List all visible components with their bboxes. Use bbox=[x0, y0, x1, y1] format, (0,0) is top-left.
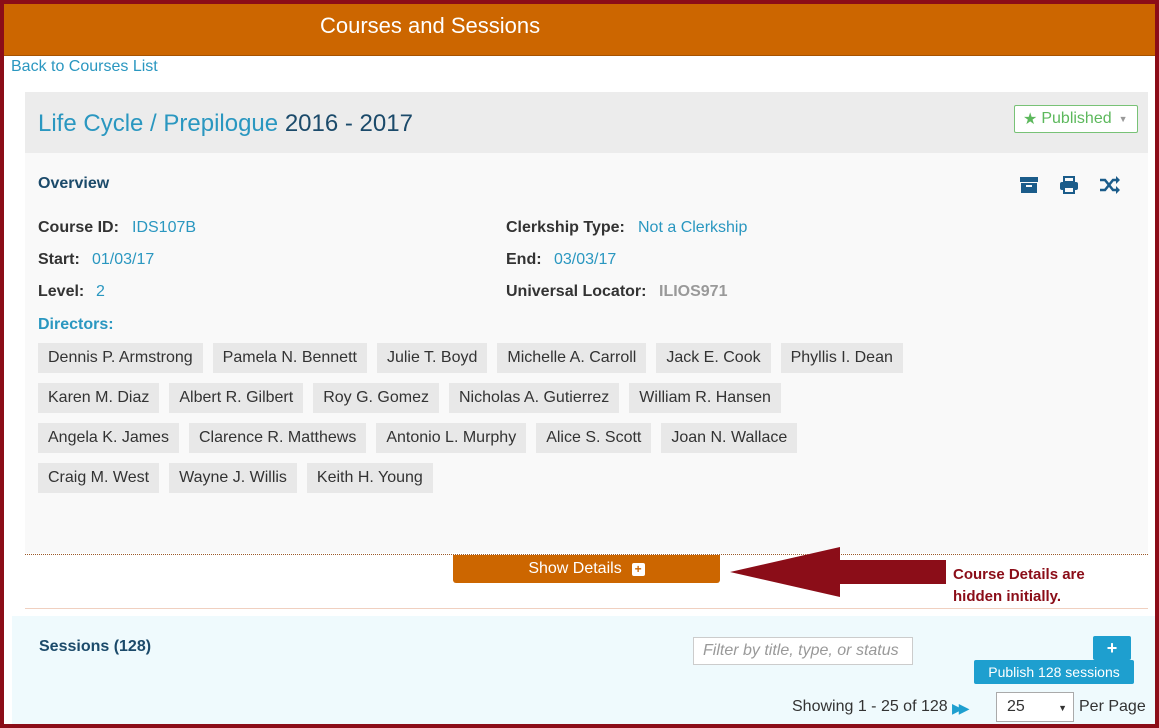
start-label: Start: bbox=[38, 251, 80, 268]
header-title: Courses and Sessions bbox=[320, 13, 541, 38]
director-chip: Julie T. Boyd bbox=[376, 343, 488, 373]
per-page-value: 25 bbox=[1007, 698, 1025, 715]
director-chip: Alice S. Scott bbox=[536, 423, 652, 453]
add-session-button[interactable]: + bbox=[1093, 636, 1131, 660]
director-chip: Phyllis I. Dean bbox=[780, 343, 903, 373]
per-page-select[interactable]: 25 ▼ bbox=[996, 692, 1074, 722]
end-label: End: bbox=[506, 251, 542, 268]
universal-locator-value: ILIOS971 bbox=[659, 283, 728, 300]
director-chip: Roy G. Gomez bbox=[313, 383, 439, 413]
director-chip: Nicholas A. Gutierrez bbox=[449, 383, 620, 413]
overview-title: Overview bbox=[38, 175, 110, 192]
directors-label[interactable]: Directors: bbox=[38, 316, 114, 334]
annotation-line-2: hidden initially. bbox=[953, 588, 1062, 605]
clerkship-type-label: Clerkship Type: bbox=[506, 219, 625, 236]
show-details-button[interactable]: Show Details + bbox=[453, 555, 720, 583]
course-id-value[interactable]: IDS107B bbox=[132, 219, 196, 237]
pagination-summary: Showing 1 - 25 of 128 bbox=[792, 698, 948, 715]
director-chip: Joan N. Wallace bbox=[661, 423, 798, 453]
sessions-filter-input[interactable] bbox=[693, 637, 913, 665]
level-value[interactable]: 2 bbox=[96, 283, 105, 301]
director-chip: Albert R. Gilbert bbox=[169, 383, 304, 413]
clerkship-type-value[interactable]: Not a Clerkship bbox=[638, 219, 747, 237]
annotation-arrow-icon bbox=[730, 547, 946, 597]
per-page-label: Per Page bbox=[1079, 698, 1146, 715]
level-label: Level: bbox=[38, 283, 85, 300]
sessions-title: Sessions (128) bbox=[39, 638, 152, 655]
director-chip: Antonio L. Murphy bbox=[376, 423, 527, 453]
director-chip: Jack E. Cook bbox=[656, 343, 771, 373]
course-year: 2016 - 2017 bbox=[284, 110, 413, 137]
annotation-callout: Course Details are hidden initially. bbox=[953, 564, 1143, 608]
next-page-icon[interactable]: ▶▶ bbox=[952, 700, 969, 717]
end-value[interactable]: 03/03/17 bbox=[554, 251, 616, 269]
plus-square-icon: + bbox=[631, 562, 645, 576]
directors-list: Dennis P. Armstrong Pamela N. Bennett Ju… bbox=[38, 343, 938, 503]
director-chip: William R. Hansen bbox=[629, 383, 781, 413]
course-title-link[interactable]: Life Cycle / Prepilogue bbox=[38, 110, 278, 137]
director-chip: Michelle A. Carroll bbox=[497, 343, 647, 373]
course-id-label: Course ID: bbox=[38, 219, 119, 236]
director-chip: Karen M. Diaz bbox=[38, 383, 160, 413]
director-chip: Angela K. James bbox=[38, 423, 179, 453]
chevron-down-icon: ▼ bbox=[1118, 114, 1128, 124]
archive-icon[interactable] bbox=[1019, 175, 1041, 197]
director-chip: Keith H. Young bbox=[306, 463, 433, 493]
start-value[interactable]: 01/03/17 bbox=[92, 251, 154, 269]
director-chip: Craig M. West bbox=[38, 463, 160, 493]
publish-status-button[interactable]: ★ Published ▼ bbox=[1014, 105, 1138, 133]
director-chip: Pamela N. Bennett bbox=[212, 343, 367, 373]
publish-status-label: Published bbox=[1041, 110, 1112, 127]
screenshot-frame: Courses and Sessions Back to Courses Lis… bbox=[0, 0, 1159, 728]
director-chip: Clarence R. Matthews bbox=[188, 423, 367, 453]
back-to-courses-link[interactable]: Back to Courses List bbox=[11, 58, 158, 76]
show-details-label: Show Details bbox=[528, 560, 622, 577]
publish-sessions-button[interactable]: Publish 128 sessions bbox=[974, 660, 1134, 684]
star-icon: ★ bbox=[1023, 111, 1038, 128]
sessions-panel: Sessions (128) + Publish 128 sessions Sh… bbox=[12, 616, 1155, 724]
universal-locator-label: Universal Locator: bbox=[506, 283, 647, 300]
overview-panel: Overview Course ID: IDS107B Clerkship Ty… bbox=[25, 153, 1148, 553]
rollover-icon[interactable] bbox=[1099, 175, 1121, 197]
course-title: Life Cycle / Prepilogue 2016 - 2017 bbox=[38, 110, 413, 138]
annotation-line-1: Course Details are bbox=[953, 566, 1085, 583]
course-title-bar: Life Cycle / Prepilogue 2016 - 2017 ★ Pu… bbox=[25, 92, 1148, 153]
chevron-down-icon: ▼ bbox=[1058, 703, 1067, 713]
print-icon[interactable] bbox=[1059, 175, 1081, 197]
app-header: Courses and Sessions bbox=[4, 4, 1155, 56]
director-chip: Wayne J. Willis bbox=[169, 463, 297, 493]
director-chip: Dennis P. Armstrong bbox=[38, 343, 203, 373]
